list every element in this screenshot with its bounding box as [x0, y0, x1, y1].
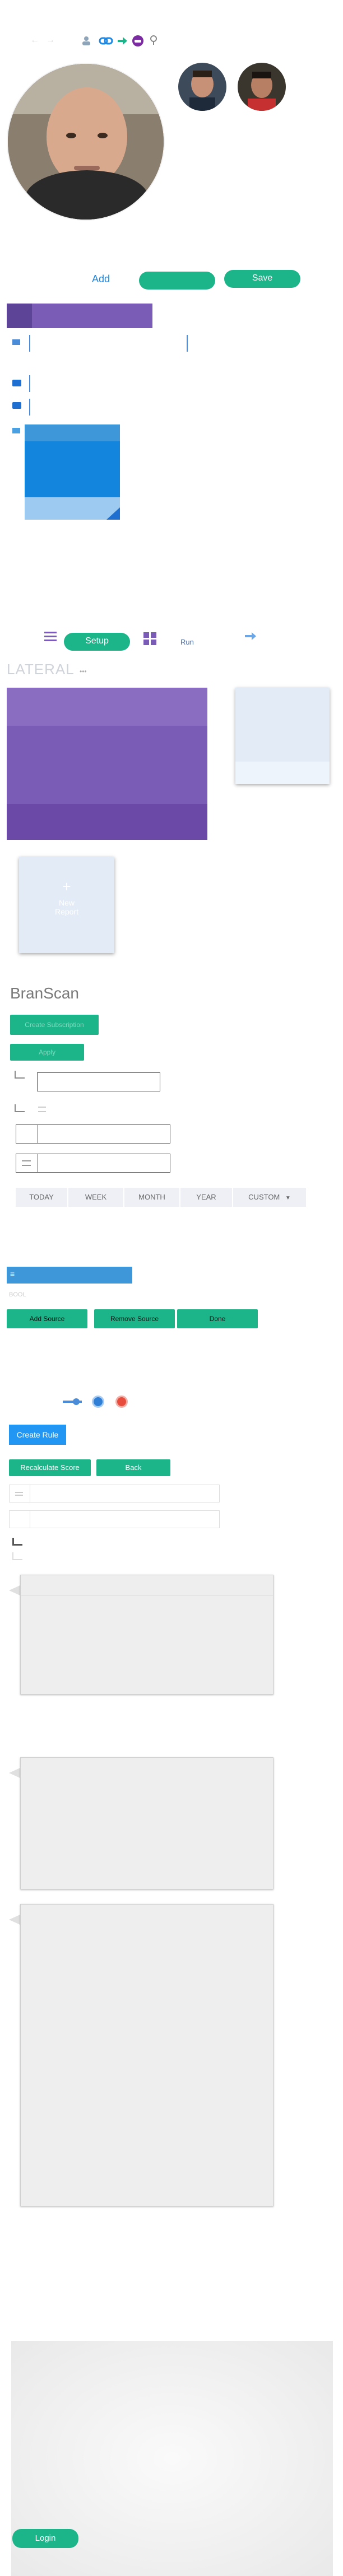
note-card-top	[25, 424, 120, 441]
menu-icon[interactable]	[44, 631, 57, 642]
subitem-arrow-1	[15, 1071, 25, 1079]
text-input[interactable]	[29, 335, 188, 352]
friend-avatar-1[interactable]	[178, 63, 226, 111]
link-icon[interactable]	[99, 35, 113, 47]
comment-card-3	[20, 1904, 274, 2206]
range-today[interactable]: TODAY	[16, 1188, 67, 1207]
setup-button[interactable]: Setup	[64, 633, 130, 651]
login-button[interactable]: Login	[12, 2529, 78, 2548]
list-small-icon	[38, 1107, 46, 1112]
forward-icon[interactable]: →	[45, 35, 56, 46]
branscan-title: BranScan	[10, 984, 79, 1002]
range-week[interactable]: WEEK	[68, 1188, 123, 1207]
lateral-dots[interactable]: •••	[80, 668, 87, 675]
lateral-title: LATERAL	[7, 661, 75, 678]
slider-handle[interactable]	[73, 1398, 80, 1405]
plus-icon: +	[62, 878, 71, 895]
note-card-fold	[106, 507, 120, 520]
add-source-button[interactable]: Add Source	[7, 1309, 87, 1328]
create-subscription-button[interactable]: Create Subscription	[10, 1015, 99, 1035]
note-card-body	[25, 441, 120, 497]
lateral-panel-top	[7, 688, 207, 726]
list-icon	[12, 339, 20, 345]
main-profile-photo	[7, 63, 165, 221]
range-custom-label: CUSTOM	[248, 1193, 280, 1201]
comment-card-1-header	[21, 1575, 273, 1595]
lateral-panel-bottom	[7, 804, 207, 840]
new-report-card[interactable]: + New Report	[19, 857, 114, 953]
user-icon[interactable]	[80, 35, 92, 47]
blue-bar-icon: ≡	[10, 1270, 15, 1278]
filter-input-1[interactable]	[37, 1072, 160, 1091]
folder-icon	[12, 380, 21, 386]
header-bar-dark	[7, 304, 32, 328]
note-card-bottom	[25, 497, 120, 520]
comment-card-1	[20, 1575, 274, 1695]
side-preview-bottom	[235, 762, 330, 784]
comment-pointer-2	[9, 1767, 21, 1779]
range-year[interactable]: YEAR	[180, 1188, 232, 1207]
filter-input-3-icon	[22, 1160, 31, 1166]
back-icon[interactable]: ←	[29, 35, 40, 46]
image-input[interactable]	[29, 399, 33, 416]
add-link[interactable]: Add	[92, 273, 110, 285]
green-blank-button[interactable]	[139, 272, 215, 290]
card-icon	[12, 428, 20, 433]
back-button[interactable]: Back	[96, 1459, 170, 1476]
comment-pointer-1	[9, 1585, 21, 1596]
arrow-right-icon[interactable]	[116, 35, 128, 47]
rule-arrow-2	[12, 1552, 22, 1560]
chevron-down-icon: ▼	[285, 1195, 291, 1201]
rule-input-1[interactable]	[9, 1485, 220, 1502]
blue-dot-button[interactable]	[92, 1396, 104, 1408]
red-dot-button[interactable]	[115, 1396, 128, 1408]
new-report-label-1: New	[58, 898, 75, 907]
blue-bar-sublabel: BOOL	[9, 1291, 26, 1298]
friend-avatar-2[interactable]	[238, 63, 286, 111]
comment-card-2	[20, 1757, 274, 1889]
rule-arrow-1	[12, 1538, 22, 1546]
range-custom[interactable]: CUSTOM ▼	[233, 1188, 306, 1207]
side-preview-card[interactable]	[235, 688, 330, 784]
rule-input-2[interactable]	[9, 1510, 220, 1528]
filter-input-2[interactable]	[16, 1124, 170, 1144]
image-icon	[12, 402, 21, 409]
rule-input-1-icon	[15, 1492, 23, 1496]
subitem-arrow-2	[15, 1104, 25, 1112]
side-preview-top	[235, 688, 330, 762]
grid-icon[interactable]	[143, 632, 157, 646]
save-button[interactable]: Save	[224, 270, 300, 288]
remove-source-button[interactable]: Remove Source	[94, 1309, 175, 1328]
folder-input[interactable]	[29, 375, 33, 392]
create-rule-button[interactable]: Create Rule	[9, 1425, 66, 1445]
avatar-mini-icon[interactable]	[132, 35, 144, 47]
filter-input-3[interactable]	[16, 1154, 170, 1173]
range-month[interactable]: MONTH	[124, 1188, 179, 1207]
lateral-panel-mid	[7, 726, 207, 804]
run-link[interactable]: Run	[180, 638, 194, 646]
comment-pointer-3	[9, 1914, 21, 1925]
pin-icon[interactable]	[149, 35, 159, 46]
header-bar	[32, 304, 152, 328]
apply-button[interactable]: Apply	[10, 1044, 84, 1061]
done-button[interactable]: Done	[177, 1309, 258, 1328]
next-arrow-icon[interactable]	[244, 631, 257, 642]
recalculate-score-button[interactable]: Recalculate Score	[9, 1459, 91, 1476]
new-report-label-2: Report	[54, 907, 79, 916]
blue-header-bar: ≡	[7, 1267, 132, 1284]
